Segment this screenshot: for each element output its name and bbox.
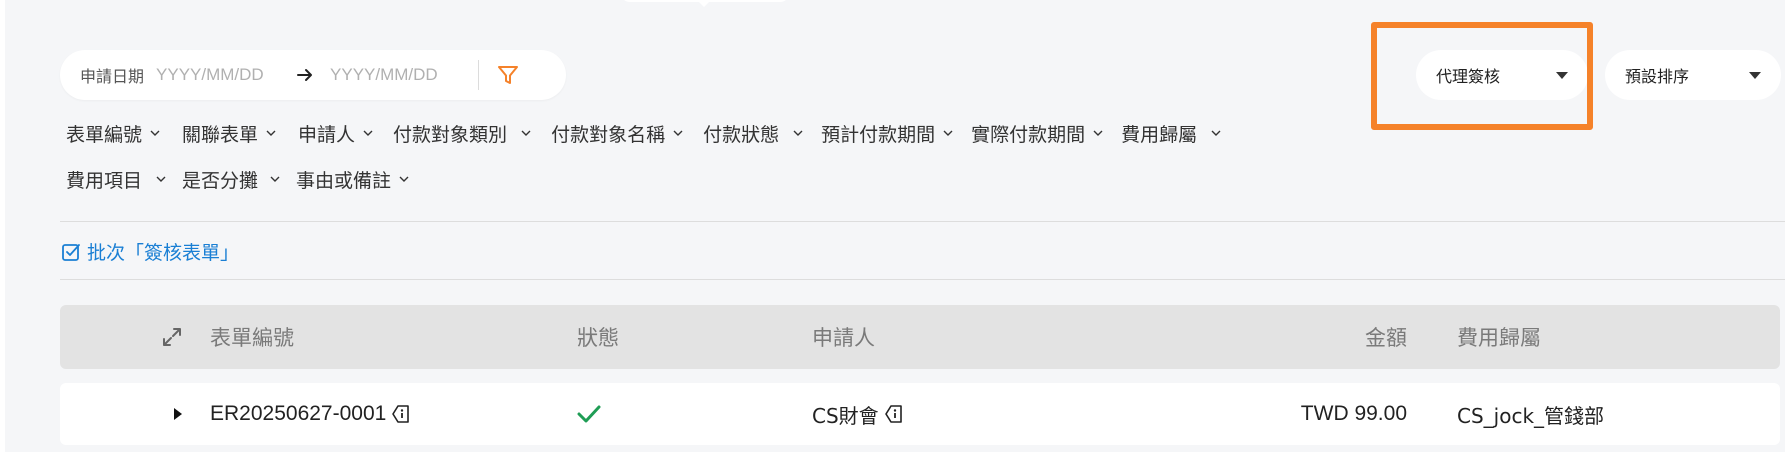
filter-chip-reason-note[interactable]: 事由或備註 <box>296 166 411 193</box>
filter-chip-label: 付款對象類別 <box>393 124 508 146</box>
start-date-input[interactable] <box>156 65 287 85</box>
chevron-down-icon <box>941 127 955 141</box>
table-header: 表單編號 狀態 申請人 金額 費用歸屬 <box>60 305 1780 369</box>
header-expense-owner[interactable]: 費用歸屬 <box>1457 305 1541 369</box>
chevron-down-icon <box>361 127 375 141</box>
chevron-down-icon <box>154 173 168 187</box>
filter-chip-payee-name[interactable]: 付款對象名稱 <box>551 120 685 147</box>
batch-approve-label: 批次「簽核表單」 <box>87 242 240 264</box>
table-row[interactable]: ER20250627-0001 CS財會 TWD 99.00 CS_jock_管… <box>60 383 1780 445</box>
filter-chip-expense-owner[interactable]: 費用歸屬 <box>1121 120 1223 147</box>
filter-chips-row-2: 費用項目 是否分攤 事由或備註 <box>66 166 411 193</box>
chevron-down-icon <box>519 127 533 141</box>
filter-chip-actual-payment-period[interactable]: 實際付款期間 <box>971 120 1105 147</box>
delegate-approval-select[interactable]: 代理簽核 <box>1416 50 1588 100</box>
sort-select[interactable]: 預設排序 <box>1605 50 1781 100</box>
filter-chip-label: 費用歸屬 <box>1121 124 1198 146</box>
chevron-down-icon <box>264 127 278 141</box>
header-amount[interactable]: 金額 <box>1365 305 1407 369</box>
chevron-down-icon <box>1091 127 1105 141</box>
filter-icon[interactable] <box>495 62 521 88</box>
filter-chip-label: 表單編號 <box>66 124 143 146</box>
filter-chip-label: 實際付款期間 <box>971 124 1086 146</box>
header-applicant[interactable]: 申請人 <box>812 305 875 369</box>
filter-chips-row-1: 表單編號 關聯表單 申請人 付款對象類別 付款對象名稱 付款狀態 預計付款期間 <box>66 120 1223 147</box>
divider <box>60 221 1785 222</box>
filter-chip-label: 事由或備註 <box>296 170 392 192</box>
expand-all-icon[interactable] <box>160 305 184 369</box>
applicant-text: CS財會 <box>812 403 879 428</box>
check-icon <box>577 383 601 445</box>
row-expense-owner: CS_jock_管錢部 <box>1457 403 1605 428</box>
date-divider <box>478 60 480 90</box>
filter-chip-expense-item[interactable]: 費用項目 <box>66 166 168 193</box>
checkbox-edit-icon <box>61 242 81 262</box>
filter-chip-label: 預計付款期間 <box>821 124 936 146</box>
batch-approve-link[interactable]: 批次「簽核表單」 <box>61 238 239 265</box>
filter-chip-expected-payment-period[interactable]: 預計付款期間 <box>821 120 955 147</box>
arrow-right-icon <box>294 64 316 86</box>
filter-chip-payment-status[interactable]: 付款狀態 <box>703 120 805 147</box>
filter-chip-label: 付款對象名稱 <box>551 124 666 146</box>
caret-down-icon <box>1749 71 1761 79</box>
header-status[interactable]: 狀態 <box>577 305 619 369</box>
chevron-down-icon <box>791 127 805 141</box>
chevron-down-icon <box>268 173 282 187</box>
filter-chip-label: 關聯表單 <box>182 124 259 146</box>
filter-chip-payee-type[interactable]: 付款對象類別 <box>393 120 533 147</box>
filter-chip-related-form[interactable]: 關聯表單 <box>182 120 278 147</box>
info-icon[interactable] <box>884 404 904 424</box>
chevron-down-icon <box>671 127 685 141</box>
chevron-down-icon <box>148 127 162 141</box>
filter-chip-label: 費用項目 <box>66 170 143 192</box>
page-canvas: 申請日期 代理簽核 預設排序 表單編號 關聯表單 申請人 <box>5 0 1785 452</box>
sort-select-value: 預設排序 <box>1625 67 1690 86</box>
filter-chip-label: 是否分攤 <box>182 170 259 192</box>
date-range-filter: 申請日期 <box>60 50 566 100</box>
divider <box>60 279 1785 280</box>
info-icon[interactable] <box>391 404 411 424</box>
caret-down-icon <box>1556 71 1568 79</box>
filter-chip-label: 付款狀態 <box>703 124 780 146</box>
date-filter-label: 申請日期 <box>80 67 145 86</box>
header-form-id[interactable]: 表單編號 <box>210 305 294 369</box>
caret-right-icon[interactable] <box>172 383 184 445</box>
row-applicant: CS財會 <box>812 383 904 445</box>
row-form-id[interactable]: ER20250627-0001 <box>210 383 411 445</box>
delegate-approval-select-value: 代理簽核 <box>1436 67 1501 86</box>
end-date-input[interactable] <box>330 65 461 85</box>
chevron-down-icon <box>397 173 411 187</box>
chevron-down-icon <box>1209 127 1223 141</box>
filter-chip-applicant[interactable]: 申請人 <box>298 120 375 147</box>
form-id-text: ER20250627-0001 <box>210 402 387 425</box>
filter-chip-label: 申請人 <box>298 124 356 146</box>
row-amount: TWD 99.00 <box>1300 402 1407 425</box>
top-tooltip-notch <box>620 0 790 7</box>
filter-chip-form-id[interactable]: 表單編號 <box>66 120 162 147</box>
filter-chip-allocation[interactable]: 是否分攤 <box>182 166 282 193</box>
